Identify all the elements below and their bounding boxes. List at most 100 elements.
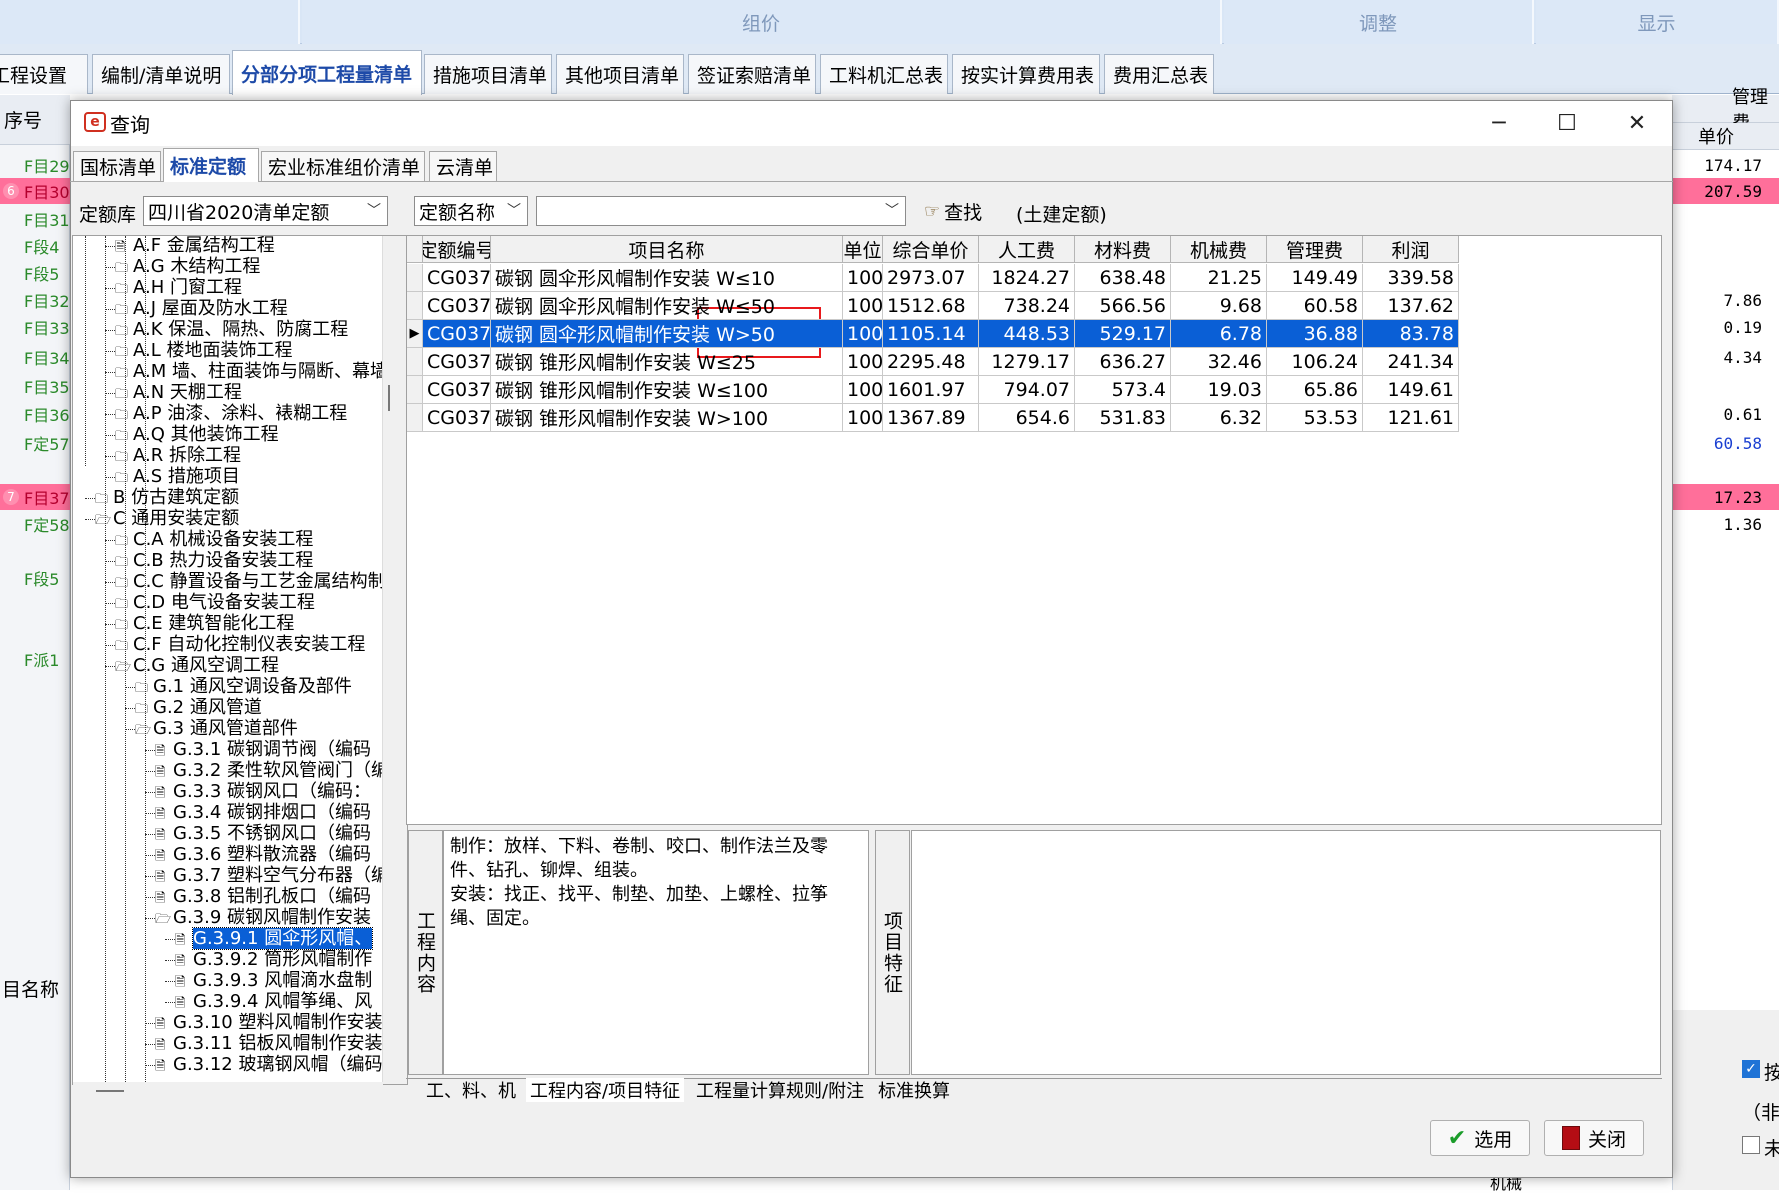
- ribbon-group-pricing[interactable]: 组价: [302, 0, 1222, 44]
- tree-node[interactable]: 🗀 A.R 拆除工程: [105, 446, 241, 467]
- tree-vertical-scrollbar[interactable]: [382, 236, 407, 1084]
- grid-cell-mgmt-fee[interactable]: 65.86: [1267, 376, 1363, 404]
- tree-node[interactable]: 🗁 C 通用安装定额: [85, 509, 239, 530]
- grid-cell-name[interactable]: 碳钢 圆伞形风帽制作安装 W≤10: [491, 264, 843, 292]
- tab-national-bill[interactable]: 国标清单: [73, 151, 161, 181]
- grid-cell-machine-cost[interactable]: 21.25: [1171, 264, 1267, 292]
- grid-cell-profit[interactable]: 149.61: [1363, 376, 1459, 404]
- grid-cell-material-cost[interactable]: 638.48: [1075, 264, 1171, 292]
- grid-header-material-cost[interactable]: 材料费: [1075, 236, 1171, 263]
- tree-node[interactable]: 🗎 G.3.2 柔性软风管阀门（编: [145, 761, 389, 782]
- grid-cell-material-cost[interactable]: 531.83: [1075, 404, 1171, 432]
- bg-seq-row[interactable]: F段5: [0, 260, 70, 286]
- tab-other-bill[interactable]: 其他项目清单: [556, 54, 684, 94]
- quota-library-select[interactable]: 四川省2020清单定额 ﹀: [143, 196, 388, 226]
- tree-node[interactable]: 🗎 G.3.3 碳钢风口（编码：: [145, 782, 371, 803]
- grid-cell-unit[interactable]: 100kg: [843, 264, 883, 292]
- grid-cell-material-cost[interactable]: 636.27: [1075, 348, 1171, 376]
- tree-node[interactable]: 🗀 G.1 通风空调设备及部件: [125, 677, 352, 698]
- bg-seq-row[interactable]: F目33: [0, 314, 70, 340]
- tab-compile-notes[interactable]: 编制/清单说明: [92, 54, 230, 94]
- grid-cell-profit[interactable]: 83.78: [1363, 320, 1459, 348]
- grid-cell-labor-cost[interactable]: 794.07: [979, 376, 1075, 404]
- grid-header-profit[interactable]: 利润: [1363, 236, 1459, 263]
- tree-node[interactable]: 🗎 G.3.9.3 风帽滴水盘制: [165, 971, 372, 992]
- grid-header-machine-cost[interactable]: 机械费: [1171, 236, 1267, 263]
- tab-visa-claim[interactable]: 签证索赔清单: [688, 54, 816, 94]
- bg-seq-row[interactable]: 6 F目30: [0, 178, 70, 204]
- grid-cell-material-cost[interactable]: 566.56: [1075, 292, 1171, 320]
- tab-work-content-feature[interactable]: 工程内容/项目特征: [526, 1078, 685, 1102]
- tree-node[interactable]: 🗁 G.3 通风管道部件: [125, 719, 298, 740]
- grid-cell-mgmt-fee[interactable]: 53.53: [1267, 404, 1363, 432]
- tree-node[interactable]: 🗀 A.H 门窗工程: [105, 278, 242, 299]
- tree-node[interactable]: 🗎 G.3.9.2 筒形风帽制作: [165, 950, 372, 971]
- grid-cell-labor-cost[interactable]: 448.53: [979, 320, 1075, 348]
- tree-node[interactable]: 🗎 G.3.5 不锈钢风口（编码: [145, 824, 371, 845]
- grid-cell-code[interactable]: CG0376: [423, 320, 491, 348]
- tree-node[interactable]: 🗎 G.3.12 玻璃钢风帽（编码: [145, 1055, 382, 1076]
- grid-cell-mgmt-fee[interactable]: 106.24: [1267, 348, 1363, 376]
- grid-header-name[interactable]: 项目名称: [491, 236, 843, 263]
- grid-cell-profit[interactable]: 137.62: [1363, 292, 1459, 320]
- tree-node[interactable]: 🗁 G.3.9 碳钢风帽制作安装: [145, 908, 371, 929]
- grid-cell-name[interactable]: 碳钢 锥形风帽制作安装 W≤100: [491, 376, 843, 404]
- close-icon[interactable]: ✕: [1604, 103, 1670, 143]
- tree-node[interactable]: 🗀 C.C 静置设备与工艺金属结构制作安装工程: [105, 572, 407, 593]
- grid-cell-labor-cost[interactable]: 654.6: [979, 404, 1075, 432]
- bg-seq-row[interactable]: F派1: [0, 646, 70, 672]
- bg-seq-row[interactable]: F段5: [0, 565, 70, 591]
- grid-header-labor-cost[interactable]: 人工费: [979, 236, 1075, 263]
- grid-cell-total-price[interactable]: 1601.97: [883, 376, 979, 404]
- close-button[interactable]: 关闭: [1544, 1120, 1644, 1156]
- grid-cell-unit[interactable]: 100kg: [843, 320, 883, 348]
- grid-cell-total-price[interactable]: 2295.48: [883, 348, 979, 376]
- tree-node[interactable]: 🗎 G.3.10 塑料风帽制作安装: [145, 1013, 382, 1034]
- ribbon-group-adjust[interactable]: 调整: [1224, 0, 1534, 44]
- tree-node[interactable]: 🗀 A.Q 其他装饰工程: [105, 425, 279, 446]
- tab-measures-bill[interactable]: 措施项目清单: [424, 54, 552, 94]
- grid-cell-unit[interactable]: 100kg: [843, 376, 883, 404]
- grid-cell-unit[interactable]: 100kg: [843, 348, 883, 376]
- grid-cell-profit[interactable]: 339.58: [1363, 264, 1459, 292]
- bg-seq-row[interactable]: F目31: [0, 206, 70, 232]
- tab-labor-material-machine[interactable]: 工、料、机: [422, 1078, 520, 1102]
- grid-cell-unit[interactable]: 100kg: [843, 404, 883, 432]
- grid-cell-name[interactable]: 碳钢 圆伞形风帽制作安装 W>50: [491, 320, 843, 348]
- tab-standard-conversion[interactable]: 标准换算: [874, 1078, 954, 1102]
- tree-node[interactable]: 🗎 G.3.7 塑料空气分布器（编: [145, 866, 389, 887]
- tree-node[interactable]: 🗀 C.F 自动化控制仪表安装工程: [105, 635, 365, 656]
- tab-labor-material-summary[interactable]: 工料机汇总表: [820, 54, 948, 94]
- select-button[interactable]: ✔ 选用: [1430, 1120, 1530, 1156]
- grid-cell-material-cost[interactable]: 573.4: [1075, 376, 1171, 404]
- tree-hscroll-thumb[interactable]: [96, 1090, 124, 1092]
- tree-node[interactable]: 🗎 G.3.6 塑料散流器（编码: [145, 845, 371, 866]
- tree-node[interactable]: 🗀 C.B 热力设备安装工程: [105, 551, 313, 572]
- tree-node[interactable]: 🗎 G.3.8 铝制孔板口（编码: [145, 887, 371, 908]
- tab-project-settings[interactable]: 工程设置: [0, 54, 88, 94]
- grid-cell-machine-cost[interactable]: 9.68: [1171, 292, 1267, 320]
- grid-cell-labor-cost[interactable]: 1824.27: [979, 264, 1075, 292]
- bg-checkbox[interactable]: [1742, 1136, 1760, 1154]
- grid-cell-mgmt-fee[interactable]: 149.49: [1267, 264, 1363, 292]
- grid-cell-code[interactable]: CG0379: [423, 404, 491, 432]
- tree-node[interactable]: 🗀 B 仿古建筑定额: [85, 488, 239, 509]
- grid-cell-profit[interactable]: 241.34: [1363, 348, 1459, 376]
- tree-node[interactable]: 🗎 G.3.9.4 风帽筝绳、风: [165, 992, 372, 1013]
- tab-cloud-bill[interactable]: 云清单: [429, 151, 497, 181]
- bg-seq-row[interactable]: F目32: [0, 287, 70, 313]
- grid-cell-name[interactable]: 碳钢 锥形风帽制作安装 W>100: [491, 404, 843, 432]
- grid-cell-total-price[interactable]: 1367.89: [883, 404, 979, 432]
- bg-seq-row[interactable]: F目36: [0, 401, 70, 427]
- grid-header-mgmt-fee[interactable]: 管理费: [1267, 236, 1363, 263]
- grid-cell-code[interactable]: CG0377: [423, 348, 491, 376]
- tree-node[interactable]: 🗀 A.J 屋面及防水工程: [105, 299, 288, 320]
- tab-hongye-bill[interactable]: 宏业标准组价清单: [261, 151, 425, 181]
- maximize-icon[interactable]: ☐: [1534, 103, 1600, 143]
- tree-node[interactable]: 🗀 C.A 机械设备安装工程: [105, 530, 313, 551]
- bg-seq-row[interactable]: F目34: [0, 344, 70, 370]
- tree-node[interactable]: 🗎 G.3.9.1 圆伞形风帽、: [165, 927, 374, 950]
- grid-cell-code[interactable]: CG0375: [423, 292, 491, 320]
- tab-calc-rules[interactable]: 工程量计算规则/附注: [692, 1078, 868, 1102]
- search-field-select[interactable]: 定额名称 ﹀: [414, 196, 528, 226]
